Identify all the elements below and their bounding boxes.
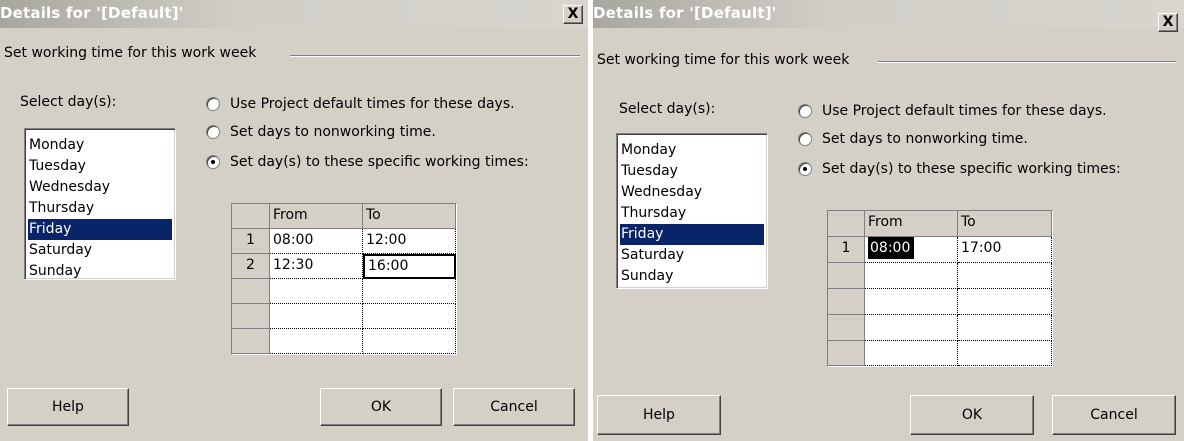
title-bar: Details for '[Default]' X xyxy=(0,0,588,28)
days-listbox[interactable]: Monday Tuesday Wednesday Thursday Friday… xyxy=(616,133,768,289)
list-item-tuesday[interactable]: Tuesday xyxy=(620,161,764,182)
grid-corner xyxy=(232,204,270,229)
cell-to[interactable] xyxy=(958,263,1052,289)
row-header xyxy=(828,341,865,366)
help-button[interactable]: Help xyxy=(7,388,129,426)
list-item-friday[interactable]: Friday xyxy=(620,224,764,245)
working-times-grid[interactable]: From To 1 08:00 17:00 xyxy=(827,210,1053,367)
cell-to[interactable]: 17:00 xyxy=(958,237,1052,263)
select-days-label: Select day(s): xyxy=(619,101,716,117)
cancel-button-label: Cancel xyxy=(490,399,538,415)
dialog-title: Details for '[Default]' xyxy=(593,4,777,22)
radio-dot-icon xyxy=(803,167,807,171)
list-item-tuesday[interactable]: Tuesday xyxy=(28,156,172,177)
cancel-button-label: Cancel xyxy=(1090,407,1138,423)
details-dialog-left: Details for '[Default]' X Set working ti… xyxy=(0,0,588,441)
col-header-from: From xyxy=(865,211,958,237)
grid-corner xyxy=(828,211,865,237)
cell-to[interactable] xyxy=(958,289,1052,315)
radio-button[interactable] xyxy=(206,155,220,169)
cell-to-active[interactable]: 16:00 xyxy=(363,254,456,279)
close-button[interactable]: X xyxy=(1158,13,1178,32)
cell-from[interactable] xyxy=(865,289,958,315)
radio-label: Set days to nonworking time. xyxy=(230,124,436,140)
row-header xyxy=(232,304,270,329)
list-item-thursday[interactable]: Thursday xyxy=(620,203,764,224)
ok-button-label: OK xyxy=(370,399,392,415)
group-label: Set working time for this work week xyxy=(597,52,850,68)
list-item-wednesday[interactable]: Wednesday xyxy=(620,182,764,203)
ok-button[interactable]: OK xyxy=(910,395,1034,435)
row-header xyxy=(828,289,865,315)
close-button[interactable]: X xyxy=(563,5,583,24)
cell-from[interactable] xyxy=(865,341,958,366)
list-item-thursday[interactable]: Thursday xyxy=(28,198,172,219)
row-header: 1 xyxy=(232,229,270,254)
title-bar: Details for '[Default]' X xyxy=(593,0,1184,32)
cell-from-active[interactable]: 08:00 xyxy=(865,237,958,263)
radio-dot-icon xyxy=(211,160,215,164)
close-icon: X xyxy=(1162,14,1174,30)
radio-button[interactable] xyxy=(798,132,812,146)
radio-button[interactable] xyxy=(798,104,812,118)
list-item-saturday[interactable]: Saturday xyxy=(28,240,172,261)
row-header xyxy=(232,329,270,354)
details-dialog-right: Details for '[Default]' X Set working ti… xyxy=(593,0,1184,441)
list-item-sunday[interactable]: Sunday xyxy=(28,261,172,282)
cell-from[interactable] xyxy=(270,279,363,304)
list-item-monday[interactable]: Monday xyxy=(620,140,764,161)
radio-button[interactable] xyxy=(206,97,220,111)
cell-from[interactable] xyxy=(865,315,958,341)
group-divider xyxy=(878,61,1176,63)
cell-to[interactable] xyxy=(363,279,456,304)
help-button[interactable]: Help xyxy=(597,395,721,435)
ok-button[interactable]: OK xyxy=(320,388,442,426)
row-header xyxy=(828,263,865,289)
cell-from[interactable]: 12:30 xyxy=(270,254,363,279)
radio-label: Use Project default times for these days… xyxy=(822,103,1107,119)
row-header xyxy=(828,315,865,341)
cell-from-selected-text: 08:00 xyxy=(868,237,915,259)
cell-from[interactable] xyxy=(270,329,363,354)
radio-label: Set day(s) to these specific working tim… xyxy=(822,161,1121,177)
cell-to[interactable] xyxy=(363,304,456,329)
row-header: 2 xyxy=(232,254,270,279)
cancel-button[interactable]: Cancel xyxy=(1052,395,1176,435)
radio-button[interactable] xyxy=(206,125,220,139)
cell-to[interactable] xyxy=(958,315,1052,341)
cell-from[interactable]: 08:00 xyxy=(270,229,363,254)
list-item-wednesday[interactable]: Wednesday xyxy=(28,177,172,198)
cell-from[interactable] xyxy=(270,304,363,329)
cell-to[interactable] xyxy=(363,329,456,354)
group-divider xyxy=(290,55,580,57)
close-icon: X xyxy=(567,6,579,22)
dialog-title: Details for '[Default]' xyxy=(0,4,184,22)
select-days-label: Select day(s): xyxy=(20,94,117,110)
row-header xyxy=(232,279,270,304)
col-header-from: From xyxy=(270,204,363,229)
list-item-sunday[interactable]: Sunday xyxy=(620,266,764,287)
list-item-friday[interactable]: Friday xyxy=(28,219,172,240)
days-listbox[interactable]: Monday Tuesday Wednesday Thursday Friday… xyxy=(24,128,176,280)
radio-label: Set day(s) to these specific working tim… xyxy=(230,154,529,170)
working-times-grid[interactable]: From To 1 08:00 12:00 2 12:30 16:00 xyxy=(231,203,457,355)
row-header: 1 xyxy=(828,237,865,263)
col-header-to: To xyxy=(363,204,456,229)
radio-label: Use Project default times for these days… xyxy=(230,96,515,112)
help-button-label: Help xyxy=(643,407,675,423)
cancel-button[interactable]: Cancel xyxy=(453,388,575,426)
cell-to[interactable]: 12:00 xyxy=(363,229,456,254)
list-item-monday[interactable]: Monday xyxy=(28,135,172,156)
radio-label: Set days to nonworking time. xyxy=(822,131,1028,147)
cell-from[interactable] xyxy=(865,263,958,289)
help-button-label: Help xyxy=(52,399,84,415)
list-item-saturday[interactable]: Saturday xyxy=(620,245,764,266)
group-label: Set working time for this work week xyxy=(4,45,257,61)
ok-button-label: OK xyxy=(961,407,983,423)
radio-button[interactable] xyxy=(798,162,812,176)
col-header-to: To xyxy=(958,211,1052,237)
cell-to[interactable] xyxy=(958,341,1052,366)
